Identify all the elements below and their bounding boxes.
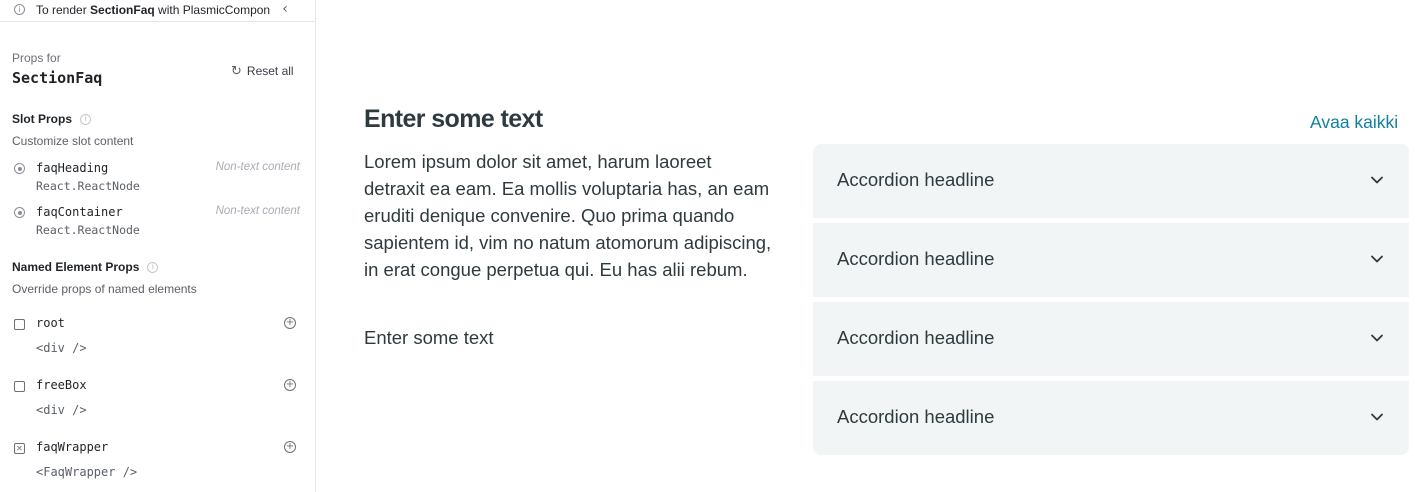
accordion-headline: Accordion headline: [837, 406, 995, 427]
props-for-label: Props for: [12, 51, 61, 65]
prop-type: React.ReactNode: [36, 179, 140, 193]
add-icon[interactable]: +: [284, 379, 296, 391]
accordion-headline: Accordion headline: [837, 327, 995, 348]
prop-name: faqHeading: [36, 161, 109, 175]
accordion-headline: Accordion headline: [837, 169, 995, 190]
add-icon[interactable]: +: [284, 317, 296, 329]
component-box-icon[interactable]: ✕: [14, 443, 25, 454]
chevron-down-icon[interactable]: [1369, 330, 1385, 346]
reset-icon: ↻: [231, 63, 242, 79]
reset-all-label: Reset all: [246, 64, 294, 78]
open-all-link[interactable]: Avaa kaikki: [1310, 112, 1398, 133]
accordion-list: Accordion headline Accordion headline Ac…: [813, 144, 1409, 455]
element-name: faqWrapper: [36, 440, 109, 454]
add-icon[interactable]: +: [284, 441, 296, 453]
props-panel: i To render SectionFaq with PlasmicCompo…: [0, 0, 316, 492]
chevron-down-icon[interactable]: [1369, 251, 1385, 267]
slot-props-title: Slot Props i: [12, 112, 92, 126]
accordion-headline: Accordion headline: [837, 248, 995, 269]
faq-body-text: Lorem ipsum dolor sit amet, harum laoree…: [364, 151, 772, 280]
slot-props-title-text: Slot Props: [12, 112, 73, 126]
accordion-item[interactable]: Accordion headline: [813, 381, 1409, 455]
info-icon: i: [14, 4, 25, 15]
accordion-item[interactable]: Accordion headline: [813, 302, 1409, 376]
chevron-down-icon[interactable]: [1369, 409, 1385, 425]
radio-icon[interactable]: [14, 163, 25, 174]
component-name: SectionFaq: [12, 69, 103, 87]
named-element-props-title-text: Named Element Props: [12, 260, 140, 274]
faq-heading: Enter some text: [364, 105, 543, 133]
prop-name: faqContainer: [36, 205, 123, 219]
reset-all-button[interactable]: ↻ Reset all: [231, 62, 294, 80]
prop-value: Non-text content: [215, 205, 300, 217]
element-tag: <div />: [36, 341, 87, 355]
prop-type: React.ReactNode: [36, 223, 140, 237]
element-tag: <div />: [36, 403, 87, 417]
element-name: freeBox: [36, 378, 87, 392]
render-notice-text: To render SectionFaq with PlasmicCompone…: [36, 3, 270, 17]
element-name: root: [36, 316, 65, 330]
render-notice: i To render SectionFaq with PlasmicCompo…: [0, 0, 315, 22]
element-tag: <FaqWrapper />: [36, 465, 138, 479]
slot-props-description: Customize slot content: [12, 134, 134, 148]
chevron-down-icon[interactable]: [1369, 172, 1385, 188]
help-icon[interactable]: i: [147, 261, 159, 273]
help-icon[interactable]: i: [80, 113, 92, 125]
checkbox-icon[interactable]: [14, 319, 25, 330]
named-element-props-description: Override props of named elements: [12, 282, 197, 296]
prop-value: Non-text content: [215, 161, 300, 173]
preview-canvas: Enter some text Lorem ipsum dolor sit am…: [324, 0, 1420, 492]
checkbox-icon[interactable]: [14, 381, 25, 392]
faq-subtext: Enter some text: [364, 327, 494, 348]
accordion-item[interactable]: Accordion headline: [813, 223, 1409, 297]
accordion-item[interactable]: Accordion headline: [813, 144, 1409, 218]
chevron-left-icon[interactable]: ‹: [278, 1, 292, 17]
named-element-props-title: Named Element Props i: [12, 260, 159, 274]
radio-icon[interactable]: [14, 207, 25, 218]
